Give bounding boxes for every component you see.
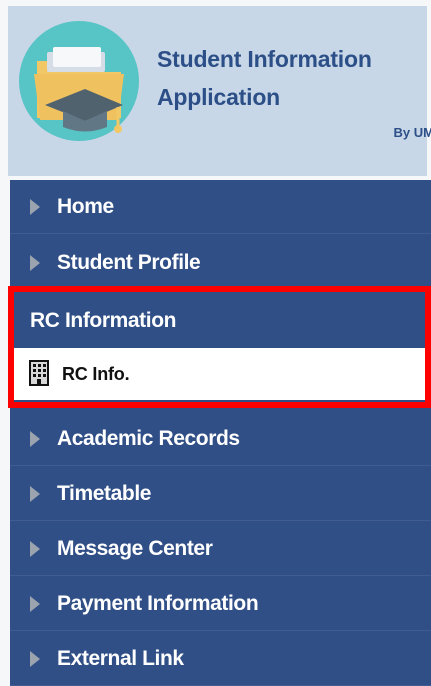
nav-item-label: Academic Records [57, 426, 240, 450]
nav-item-label: External Link [57, 646, 184, 670]
app-title-line-2: Application [157, 84, 281, 110]
nav-item-label: Student Profile [57, 250, 201, 274]
right-triangle-icon [30, 595, 40, 612]
nav-item-academic-records[interactable]: Academic Records [10, 412, 431, 466]
app-header: Student Information Application By UM [8, 6, 431, 176]
app-logo [16, 18, 142, 144]
right-triangle-icon [30, 485, 40, 502]
rc-info-submenu-item[interactable]: RC Info. [10, 348, 431, 400]
folder-graduation-cap-icon [19, 21, 139, 141]
nav-item-label: Timetable [57, 481, 152, 505]
main-navigation: Home Student Profile RC Information RC I… [10, 180, 431, 686]
app-title: Student Information Application [157, 40, 427, 116]
student-information-app-screen: Student Information Application By UM Ho… [0, 0, 431, 686]
right-triangle-icon [30, 198, 40, 215]
right-triangle-icon [30, 540, 40, 557]
nav-item-home[interactable]: Home [10, 180, 431, 234]
rc-information-section[interactable]: RC Information [10, 294, 431, 348]
nav-item-label: Message Center [57, 536, 213, 560]
rc-info-label: RC Info. [62, 363, 130, 384]
nav-item-label: Home [57, 194, 114, 218]
right-triangle-icon [30, 650, 40, 667]
nav-item-external-link[interactable]: External Link [10, 632, 431, 686]
nav-item-student-profile[interactable]: Student Profile [10, 236, 431, 290]
nav-item-message-center[interactable]: Message Center [10, 522, 431, 576]
building-icon [29, 360, 49, 386]
app-title-line-1: Student Information [157, 46, 372, 72]
app-byline: By UM [393, 125, 431, 140]
nav-item-payment-information[interactable]: Payment Information [10, 577, 431, 631]
nav-item-timetable[interactable]: Timetable [10, 467, 431, 521]
right-triangle-icon [30, 254, 40, 271]
nav-item-label: Payment Information [57, 591, 259, 615]
right-triangle-icon [30, 430, 40, 447]
